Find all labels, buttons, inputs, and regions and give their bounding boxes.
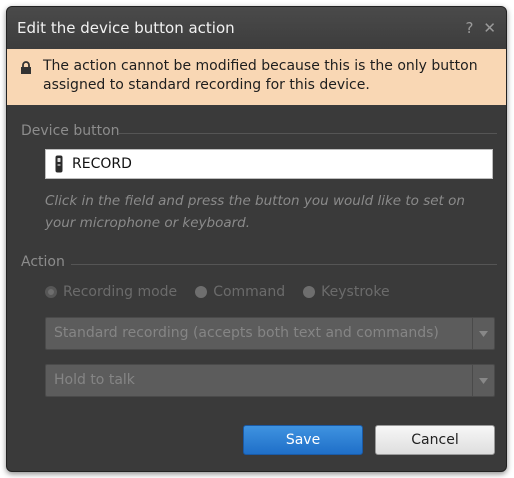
- radio-command[interactable]: Command: [195, 284, 285, 300]
- radio-selected-icon: [45, 286, 57, 298]
- radio-label: Command: [213, 284, 286, 300]
- save-button[interactable]: Save: [243, 425, 363, 455]
- radio-keystroke[interactable]: Keystroke: [303, 284, 390, 300]
- recording-type-value: Standard recording (accepts both text an…: [54, 325, 439, 341]
- edit-device-button-dialog: Edit the device button action ? ✕ The ac…: [6, 6, 507, 472]
- chevron-down-icon: [472, 318, 494, 349]
- radio-label: Recording mode: [63, 284, 178, 300]
- help-icon[interactable]: ?: [465, 7, 473, 49]
- dialog-titlebar: Edit the device button action ? ✕: [7, 7, 506, 49]
- device-button-field[interactable]: RECORD: [45, 149, 493, 179]
- radio-unselected-icon: [303, 286, 316, 298]
- device-button-value: RECORD: [72, 156, 132, 172]
- dialog-title: Edit the device button action: [17, 19, 235, 37]
- notice-banner: The action cannot be modified because th…: [7, 49, 506, 105]
- action-radio-group: Recording mode Command Keystroke: [45, 282, 390, 302]
- section-divider: [71, 264, 497, 265]
- mode-value: Hold to talk: [54, 372, 135, 388]
- notice-text: The action cannot be modified because th…: [43, 58, 478, 93]
- lock-icon: [21, 61, 31, 74]
- microphone-icon: [55, 155, 63, 173]
- device-button-section-label: Device button: [21, 123, 120, 139]
- mode-select[interactable]: Hold to talk: [45, 364, 495, 397]
- title-actions: ? ✕: [465, 7, 496, 49]
- radio-label: Keystroke: [321, 284, 390, 300]
- radio-recording-mode[interactable]: Recording mode: [45, 284, 177, 300]
- section-divider: [119, 133, 497, 134]
- device-button-hint: Click in the field and press the button …: [45, 193, 465, 231]
- radio-unselected-icon: [195, 286, 208, 298]
- close-icon[interactable]: ✕: [483, 7, 496, 49]
- recording-type-select[interactable]: Standard recording (accepts both text an…: [45, 317, 495, 350]
- chevron-down-icon: [472, 365, 494, 396]
- action-section-label: Action: [21, 254, 65, 270]
- cancel-button[interactable]: Cancel: [375, 425, 495, 455]
